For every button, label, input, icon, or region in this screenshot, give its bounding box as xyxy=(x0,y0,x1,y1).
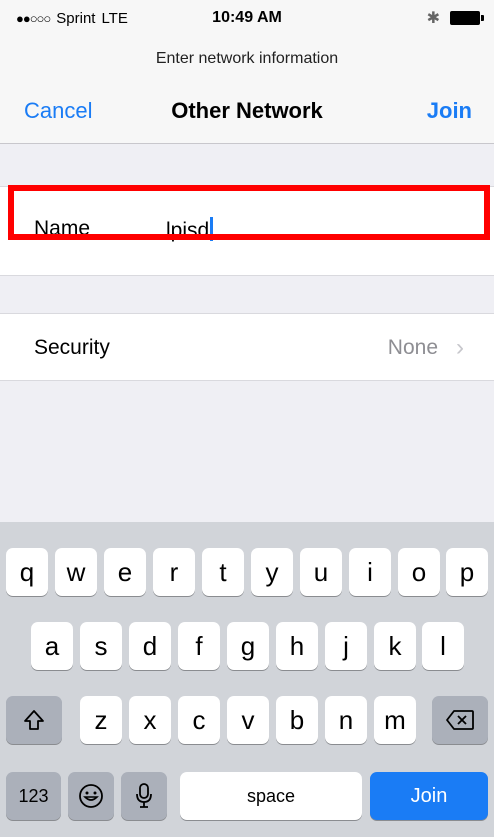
microphone-icon xyxy=(136,783,152,808)
status-right: ✱ xyxy=(426,8,484,28)
key-j[interactable]: j xyxy=(325,622,367,670)
key-b[interactable]: b xyxy=(276,696,318,744)
keyboard: q w e r t y u i o p a s d f g h j k l z … xyxy=(0,522,494,837)
emoji-key[interactable] xyxy=(68,772,114,820)
key-i[interactable]: i xyxy=(349,548,391,596)
key-x[interactable]: x xyxy=(129,696,171,744)
navigation-bar: Enter network information Cancel Other N… xyxy=(0,36,494,144)
key-p[interactable]: p xyxy=(446,548,488,596)
delete-icon xyxy=(446,710,474,730)
status-bar: ●●○○○ Sprint LTE 10:49 AM ✱ xyxy=(0,0,494,36)
key-y[interactable]: y xyxy=(251,548,293,596)
security-cell[interactable]: Security None › xyxy=(0,313,494,381)
page-title: Other Network xyxy=(171,98,323,123)
key-c[interactable]: c xyxy=(178,696,220,744)
keyboard-join-key[interactable]: Join xyxy=(370,772,488,820)
nav-prompt: Enter network information xyxy=(155,50,339,67)
key-w[interactable]: w xyxy=(55,548,97,596)
join-button[interactable]: Join xyxy=(427,98,472,124)
key-q[interactable]: q xyxy=(6,548,48,596)
bluetooth-icon: ✱ xyxy=(426,10,440,27)
delete-key[interactable] xyxy=(432,696,488,744)
microphone-key[interactable] xyxy=(121,772,167,820)
key-n[interactable]: n xyxy=(325,696,367,744)
key-k[interactable]: k xyxy=(374,622,416,670)
key-r[interactable]: r xyxy=(153,548,195,596)
shift-icon xyxy=(24,710,44,730)
key-o[interactable]: o xyxy=(398,548,440,596)
key-z[interactable]: z xyxy=(80,696,122,744)
space-key[interactable]: space xyxy=(180,772,362,820)
key-u[interactable]: u xyxy=(300,548,342,596)
key-l[interactable]: l xyxy=(422,622,464,670)
security-label: Security xyxy=(34,336,110,359)
key-d[interactable]: d xyxy=(129,622,171,670)
key-g[interactable]: g xyxy=(227,622,269,670)
numbers-key[interactable]: 123 xyxy=(6,772,61,820)
key-a[interactable]: a xyxy=(31,622,73,670)
shift-key[interactable] xyxy=(6,696,62,744)
name-field-highlight xyxy=(8,185,490,240)
key-f[interactable]: f xyxy=(178,622,220,670)
key-v[interactable]: v xyxy=(227,696,269,744)
key-h[interactable]: h xyxy=(276,622,318,670)
key-e[interactable]: e xyxy=(104,548,146,596)
key-t[interactable]: t xyxy=(202,548,244,596)
status-time: 10:49 AM xyxy=(212,9,282,26)
key-m[interactable]: m xyxy=(374,696,416,744)
emoji-icon xyxy=(79,784,103,808)
security-value: None xyxy=(387,336,438,359)
battery-icon xyxy=(450,11,484,25)
chevron-right-icon: › xyxy=(456,334,464,361)
key-s[interactable]: s xyxy=(80,622,122,670)
